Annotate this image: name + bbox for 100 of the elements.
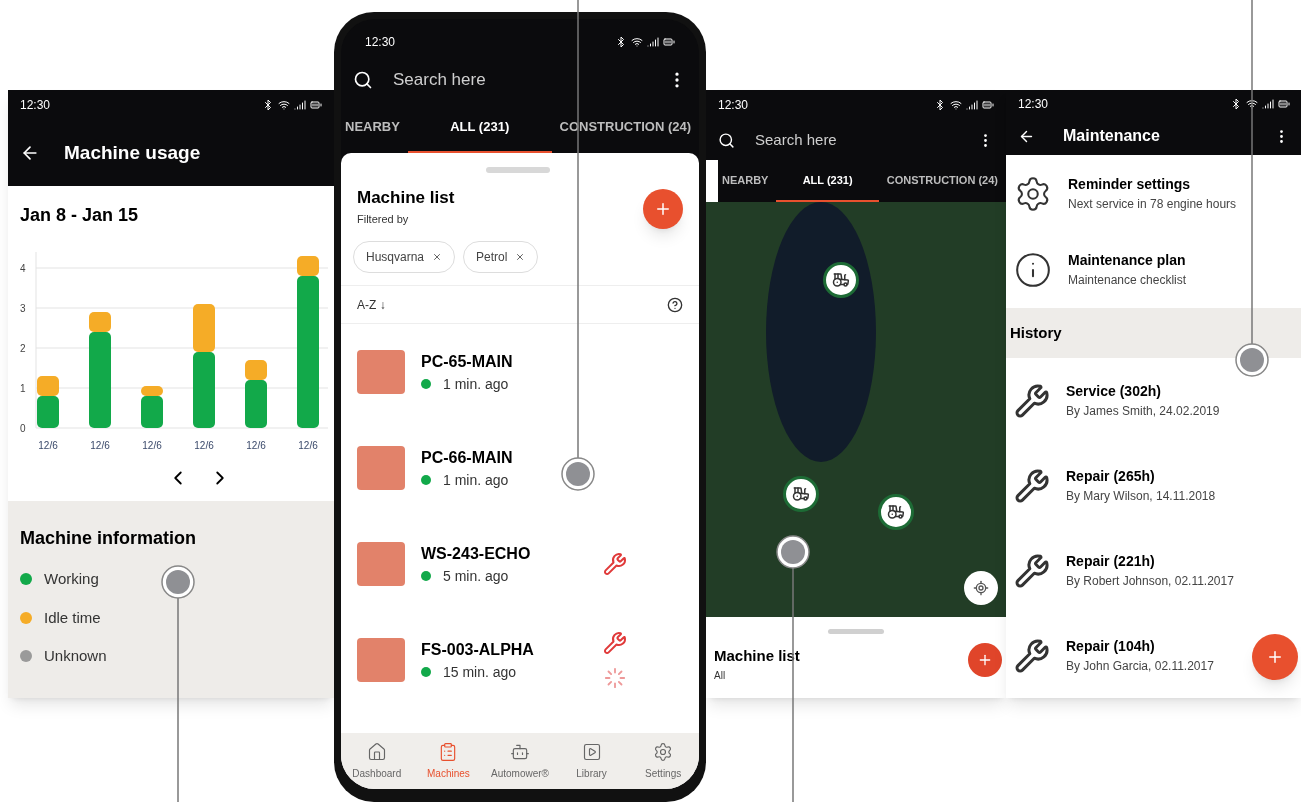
x-tick-label: 12/6	[194, 440, 214, 451]
last-seen: 5 min. ago	[443, 566, 509, 586]
bluetooth-icon	[934, 99, 946, 111]
item-subtitle: By James Smith, 24.02.2019	[1066, 403, 1220, 420]
photo-placeholder	[357, 446, 405, 490]
item-subtitle: By Mary Wilson, 14.11.2018	[1066, 488, 1216, 505]
sheet-handle[interactable]	[828, 629, 884, 634]
item-title: Reminder settings	[1068, 175, 1192, 195]
remove-icon[interactable]	[432, 252, 443, 262]
y-tick-label: 4	[20, 263, 26, 274]
tab[interactable]: CONSTRUCTION (24)	[878, 160, 1006, 202]
map-marker[interactable]	[878, 494, 914, 530]
date-range: Jan 8 - Jan 15	[19, 204, 140, 227]
remove-icon[interactable]	[515, 252, 526, 262]
item-subtitle: By John Garcia, 02.11.2017	[1066, 658, 1214, 675]
tab[interactable]: CONSTRUCTION (24)	[551, 103, 699, 153]
machine-row[interactable]: PC-65-MAIN 1 min. ago	[341, 324, 699, 420]
status-time: 12:30	[718, 97, 749, 114]
item-subtitle: Maintenance checklist	[1068, 272, 1187, 290]
tab[interactable]: NEARBY	[341, 103, 408, 153]
y-tick-label: 1	[20, 383, 26, 394]
history-item[interactable]: Repair (221h) By Robert Johnson, 02.11.2017	[1006, 528, 1301, 613]
tab[interactable]: NEARBY	[718, 160, 777, 202]
settings-item[interactable]: Maintenance plan Maintenance checklist	[1006, 231, 1301, 309]
plus-icon	[654, 200, 672, 218]
map-marker[interactable]	[783, 476, 819, 512]
wifi-icon	[631, 36, 643, 48]
locate-icon	[973, 580, 989, 596]
search-bar[interactable]: Search here	[706, 120, 1006, 160]
add-button[interactable]	[968, 643, 1002, 677]
x-tick-label: 12/6	[246, 440, 266, 451]
search-icon[interactable]	[718, 131, 735, 149]
machine-row[interactable]: FS-003-ALPHA 15 min. ago	[341, 612, 699, 708]
library-icon	[581, 741, 602, 762]
photo-placeholder	[357, 542, 405, 586]
add-button[interactable]	[1252, 634, 1298, 680]
signal-icon	[1262, 97, 1274, 110]
battery-icon	[982, 99, 994, 111]
item-title: Maintenance plan	[1068, 251, 1187, 271]
machine-name: PC-66-MAIN	[421, 447, 514, 468]
machine-name: PC-65-MAIN	[421, 351, 514, 372]
x-tick-label: 12/6	[38, 440, 58, 451]
wrench-icon	[1014, 467, 1050, 504]
x-tick-label: 12/6	[298, 440, 318, 451]
machine-name: WS-243-ECHO	[421, 543, 532, 564]
item-title: Service (302h)	[1066, 382, 1162, 401]
sort-control[interactable]: A-Z ↓	[357, 295, 386, 314]
settings-item[interactable]: Reminder settings Next service in 78 engine hours	[1006, 155, 1301, 232]
wrench-icon	[1014, 637, 1050, 674]
section-header: History	[1006, 308, 1301, 358]
legend-label: Working	[44, 569, 99, 589]
nav-item[interactable]: Settings	[627, 733, 699, 789]
screen-title: Maintenance	[1063, 126, 1161, 147]
bluetooth-icon	[615, 36, 627, 48]
sheet-handle[interactable]	[486, 167, 550, 173]
signal-icon	[294, 99, 306, 111]
signal-icon	[966, 99, 978, 111]
wrench-icon	[1014, 382, 1050, 419]
plus-icon	[1266, 648, 1284, 666]
home-icon	[366, 741, 387, 762]
sheet-subtitle: All	[714, 668, 726, 683]
add-button[interactable]	[643, 189, 683, 229]
last-seen: 1 min. ago	[443, 374, 509, 394]
locate-button[interactable]	[964, 571, 998, 605]
x-tick-label: 12/6	[90, 440, 110, 451]
signal-icon	[647, 36, 659, 48]
chip-label: Husqvarna	[366, 249, 425, 266]
section-title: Machine information	[20, 527, 197, 550]
wifi-icon	[1246, 97, 1258, 110]
x-tick-label: 12/6	[142, 440, 162, 451]
item-title: Repair (265h)	[1066, 467, 1156, 486]
battery-icon	[1278, 97, 1290, 110]
chip-label: Petrol	[476, 249, 508, 266]
item-subtitle: By Robert Johnson, 02.11.2017	[1066, 573, 1234, 590]
history-item[interactable]: Service (302h) By James Smith, 24.02.2019	[1006, 358, 1301, 443]
battery-icon	[310, 99, 322, 111]
history-item[interactable]: Repair (104h) By John Garcia, 02.11.2017	[1006, 613, 1301, 698]
nav-item[interactable]: Library	[555, 733, 628, 789]
nav-item[interactable]: Dashboard	[341, 733, 413, 789]
y-tick-label: 2	[20, 343, 26, 354]
bluetooth-icon	[1230, 97, 1242, 110]
info-icon	[1014, 250, 1052, 289]
search-field[interactable]: Search here	[755, 128, 977, 152]
status-time: 12:30	[20, 97, 51, 114]
y-tick-label: 0	[20, 423, 26, 434]
item-title: Repair (221h)	[1066, 552, 1156, 571]
sheet-title: Machine list	[357, 187, 455, 209]
search-icon[interactable]	[353, 70, 373, 90]
help-icon[interactable]	[667, 296, 683, 313]
history-item[interactable]: Repair (265h) By Mary Wilson, 14.11.2018	[1006, 443, 1301, 528]
last-seen: 15 min. ago	[443, 662, 517, 682]
battery-icon	[663, 36, 675, 48]
machine-row[interactable]: PC-66-MAIN 1 min. ago	[341, 420, 699, 516]
settings-icon	[653, 741, 674, 762]
machine-row[interactable]: WS-243-ECHO 5 min. ago	[341, 516, 699, 612]
item-subtitle: Next service in 78 engine hours	[1068, 196, 1237, 214]
nav-item[interactable]: Automower®	[484, 733, 556, 789]
search-field[interactable]: Search here	[393, 67, 667, 93]
machine-name: FS-003-ALPHA	[421, 639, 535, 660]
legend-label: Idle time	[44, 607, 101, 628]
